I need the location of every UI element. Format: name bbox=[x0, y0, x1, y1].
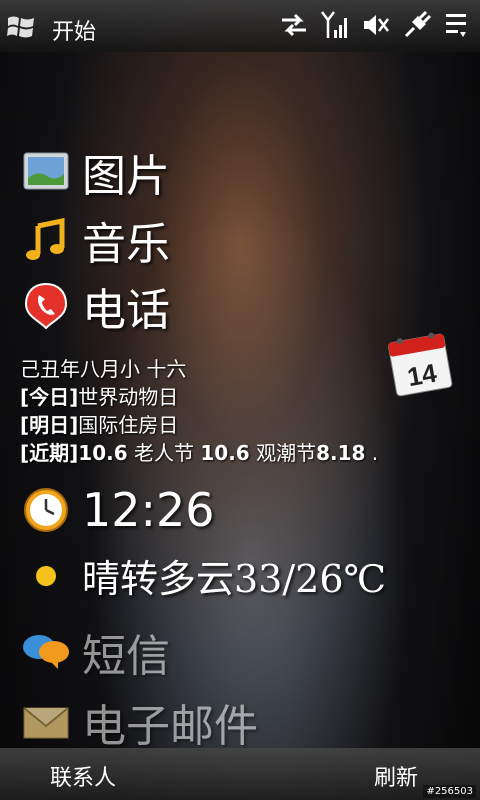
status-bar: 开始 bbox=[0, 0, 480, 52]
tomorrow-event: [明日]国际住房日 bbox=[20, 411, 460, 439]
softkey-bar: 联系人 刷新 #256503 bbox=[0, 748, 480, 800]
refresh-softkey[interactable]: 刷新 bbox=[374, 760, 418, 792]
tile-label: 图片 bbox=[82, 151, 170, 202]
clock-icon bbox=[20, 484, 72, 536]
upcoming-3-date: 8.18 bbox=[316, 441, 366, 465]
tile-weather[interactable]: 晴转多云33/26℃ bbox=[20, 548, 386, 603]
tile-phone[interactable]: 电话 bbox=[20, 274, 170, 338]
tile-clock[interactable]: 12:26 bbox=[20, 483, 215, 537]
upcoming-1-date: 10.6 bbox=[78, 441, 128, 465]
tomorrow-tag: [明日] bbox=[20, 413, 79, 437]
upcoming-2-name: 观潮节 bbox=[249, 441, 317, 465]
weather-text: 晴转多云33/26℃ bbox=[82, 557, 387, 601]
tile-label: 音乐 bbox=[82, 219, 170, 270]
tomorrow-text: 国际住房日 bbox=[78, 413, 179, 437]
contacts-softkey[interactable]: 联系人 bbox=[50, 760, 116, 792]
calendar-day: 14 bbox=[405, 357, 439, 392]
signal-icon[interactable] bbox=[320, 10, 350, 40]
menu-icon[interactable] bbox=[444, 10, 472, 40]
envelope-icon bbox=[20, 696, 72, 748]
tile-label: 电话 bbox=[82, 285, 170, 336]
start-menu-label[interactable]: 开始 bbox=[52, 14, 96, 46]
sun-icon bbox=[20, 550, 72, 602]
upcoming-tag: [近期] bbox=[20, 441, 79, 465]
tile-music[interactable]: 音乐 bbox=[20, 208, 170, 272]
power-plug-icon[interactable] bbox=[402, 10, 432, 40]
music-note-icon bbox=[20, 214, 72, 266]
today-text: 世界动物日 bbox=[78, 385, 179, 409]
upcoming-trailing: . bbox=[365, 441, 379, 465]
upcoming-2-date: 10.6 bbox=[200, 441, 250, 465]
calendar-icon[interactable]: 14 bbox=[384, 328, 456, 400]
today-tag: [今日] bbox=[20, 385, 79, 409]
windows-logo-icon[interactable] bbox=[6, 14, 36, 40]
phone-icon bbox=[20, 280, 72, 332]
tile-label: 短信 bbox=[82, 631, 170, 682]
watermark: #256503 bbox=[423, 785, 476, 798]
chat-bubbles-icon bbox=[20, 626, 72, 678]
tile-sms[interactable]: 短信 bbox=[20, 620, 170, 684]
tile-email[interactable]: 电子邮件 bbox=[20, 690, 258, 754]
pictures-icon bbox=[20, 146, 72, 198]
data-arrows-icon[interactable] bbox=[280, 12, 308, 38]
tile-label: 电子邮件 bbox=[82, 701, 258, 752]
tile-pictures[interactable]: 图片 bbox=[20, 140, 170, 204]
clock-time: 12:26 bbox=[82, 483, 215, 537]
upcoming-events: [近期]10.6 老人节 10.6 观潮节8.18 . bbox=[20, 439, 460, 467]
upcoming-1-name: 老人节 bbox=[127, 441, 201, 465]
speaker-mute-icon[interactable] bbox=[362, 12, 390, 38]
